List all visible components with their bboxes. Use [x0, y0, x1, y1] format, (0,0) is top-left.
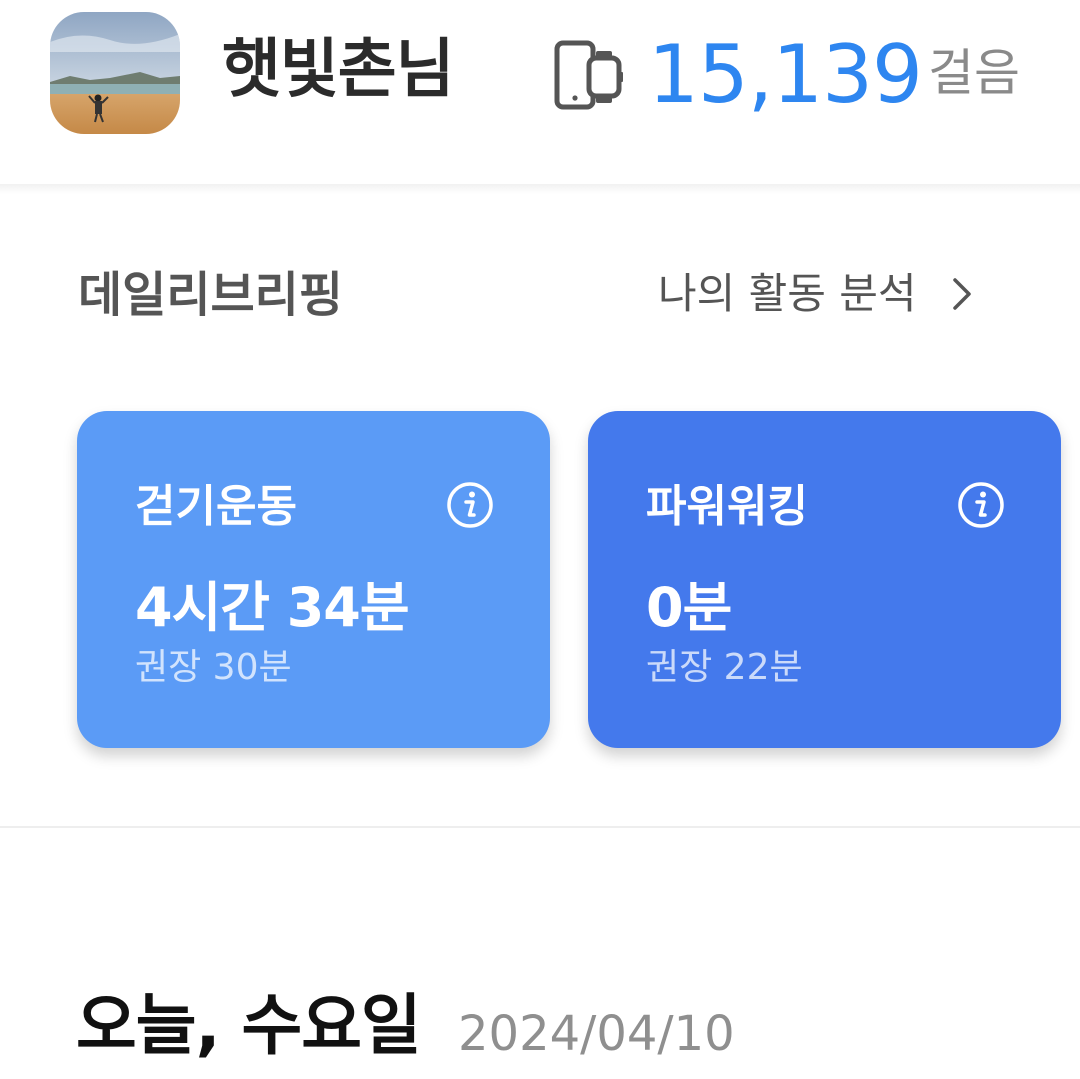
- header-divider: [0, 184, 1080, 194]
- info-icon[interactable]: [957, 481, 1005, 529]
- card-title: 파워워킹: [646, 481, 808, 532]
- steps-unit: 걸음: [928, 44, 1020, 102]
- today-label: 오늘, 수요일: [76, 987, 422, 1064]
- chevron-right-icon: [952, 278, 971, 310]
- steps-count: 15,139: [648, 28, 923, 121]
- activity-analysis-link[interactable]: 나의 활동 분석: [658, 264, 973, 324]
- activity-analysis-label: 나의 활동 분석: [658, 269, 917, 318]
- phone-watch-icon: [554, 40, 623, 110]
- card-value: 4시간 34분: [135, 576, 410, 639]
- today-date: 2024/04/10: [458, 1006, 735, 1062]
- walking-exercise-card[interactable]: 걷기운동 4시간 34분 권장 30분: [77, 411, 550, 748]
- avatar[interactable]: [50, 12, 180, 134]
- power-walking-card[interactable]: 파워워킹 0분 권장 22분: [588, 411, 1061, 748]
- info-icon[interactable]: [446, 481, 494, 529]
- daily-briefing-title: 데일리브리핑: [78, 267, 343, 323]
- card-value: 0분: [646, 576, 732, 639]
- username: 햇빛촌님: [222, 33, 455, 107]
- section-divider: [0, 826, 1080, 828]
- card-title: 걷기운동: [135, 481, 297, 532]
- card-recommendation: 권장 22분: [646, 647, 803, 688]
- profile-header: 햇빛촌님 15,139 걸음: [0, 0, 1080, 185]
- card-recommendation: 권장 30분: [135, 647, 292, 688]
- avatar-image: [50, 12, 180, 134]
